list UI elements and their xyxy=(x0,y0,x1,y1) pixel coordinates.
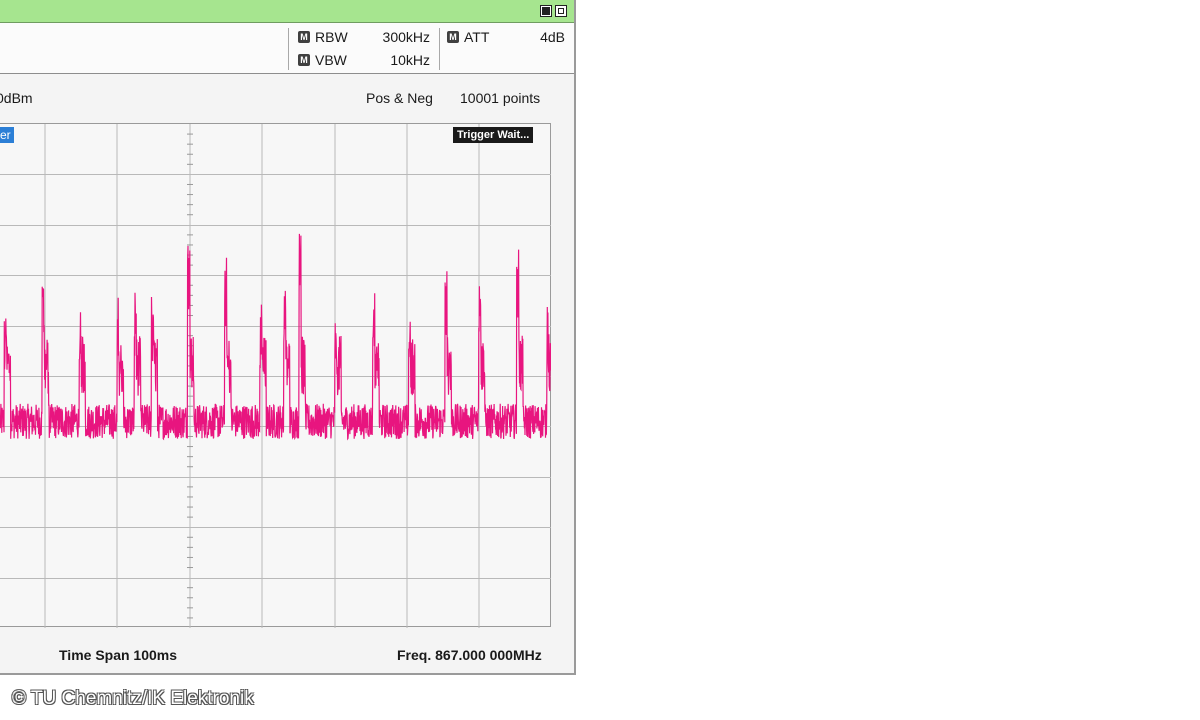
trace-info-row: 0dBm Pos & Neg 10001 points xyxy=(0,75,574,119)
vbw-value[interactable]: 10kHz xyxy=(360,52,430,68)
window-title-bar[interactable] xyxy=(0,0,574,23)
vbw-mode-badge[interactable]: M xyxy=(298,54,310,66)
att-value[interactable]: 4dB xyxy=(500,29,565,45)
center-frequency-label[interactable]: Freq. 867.000 000MHz xyxy=(397,647,542,663)
detector-mode: Pos & Neg xyxy=(366,90,433,106)
rbw-value[interactable]: 300kHz xyxy=(360,29,430,45)
spectrum-analyzer-window: M RBW 300kHz M VBW 10kHz M ATT 4dB 0dBm … xyxy=(0,0,576,675)
vbw-label[interactable]: VBW xyxy=(315,52,347,68)
rbw-mode-badge[interactable]: M xyxy=(298,31,310,43)
measurement-parameters-panel: M RBW 300kHz M VBW 10kHz M ATT 4dB xyxy=(0,23,574,74)
trace-plot-area[interactable] xyxy=(0,123,552,628)
maximize-icon[interactable] xyxy=(555,5,567,17)
trigger-status-badge: Trigger Wait... xyxy=(453,127,534,143)
time-span-label[interactable]: Time Span 100ms xyxy=(59,647,177,663)
minimize-icon[interactable] xyxy=(540,5,552,17)
divider xyxy=(439,28,440,70)
signal-trace xyxy=(0,233,552,441)
att-mode-badge[interactable]: M xyxy=(447,31,459,43)
rbw-label[interactable]: RBW xyxy=(315,29,348,45)
image-credit: © TU Chemnitz/IK Elektronik xyxy=(12,688,254,709)
att-label[interactable]: ATT xyxy=(464,29,489,45)
trace-plot[interactable] xyxy=(0,124,552,628)
reference-level: 0dBm xyxy=(0,90,33,106)
marker-tag[interactable]: er xyxy=(0,127,14,143)
divider xyxy=(288,28,289,70)
sweep-points: 10001 points xyxy=(460,90,541,106)
